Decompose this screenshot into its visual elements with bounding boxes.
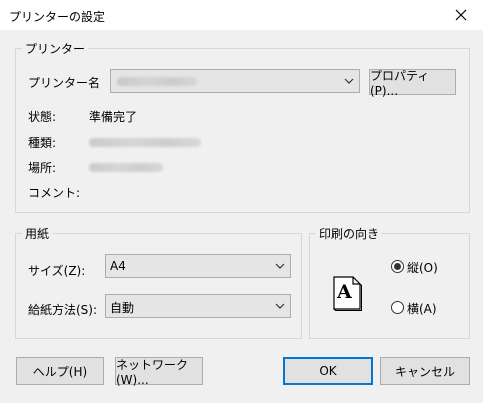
help-button-label: ヘルプ(H)	[32, 364, 88, 379]
dialog-title: プリンターの設定	[9, 10, 106, 24]
close-icon	[455, 9, 467, 21]
type-label: 種類:	[28, 136, 57, 150]
close-button[interactable]	[445, 2, 477, 28]
portrait-label[interactable]: 縦(O)	[407, 259, 438, 276]
orientation-group-label: 印刷の向き	[316, 225, 383, 242]
help-button[interactable]: ヘルプ(H)	[16, 357, 104, 385]
properties-button-label: プロパティ(P)...	[370, 68, 430, 98]
properties-button[interactable]: プロパティ(P)...	[369, 68, 456, 98]
paper-source-value: 自動	[110, 301, 135, 315]
page-preview-letter: A	[337, 281, 352, 303]
ok-button-label: OK	[319, 364, 337, 378]
cancel-button[interactable]: キャンセル	[380, 357, 470, 385]
chevron-down-icon	[275, 303, 285, 309]
network-button-label: ネットワーク(W)...	[116, 357, 189, 387]
status-label: 状態:	[28, 110, 57, 124]
printer-name-label: プリンター名	[28, 76, 101, 90]
landscape-radio[interactable]	[391, 301, 404, 314]
title-bar: プリンターの設定	[0, 0, 483, 30]
printer-group-label: プリンター	[22, 40, 89, 57]
paper-group: 用紙	[15, 225, 302, 339]
paper-group-label: 用紙	[22, 225, 53, 242]
ok-button[interactable]: OK	[283, 357, 373, 385]
paper-size-label: サイズ(Z):	[28, 264, 86, 278]
printer-name-value	[117, 77, 197, 86]
chevron-down-icon	[344, 78, 354, 84]
paper-source-label: 給紙方法(S):	[28, 303, 98, 317]
chevron-down-icon	[275, 263, 285, 269]
portrait-radio[interactable]	[391, 260, 404, 273]
status-value: 準備完了	[89, 110, 138, 124]
network-button[interactable]: ネットワーク(W)...	[115, 357, 203, 387]
location-label: 場所:	[28, 161, 57, 175]
paper-size-value: A4	[110, 259, 126, 273]
portrait-radio-dot	[394, 263, 401, 270]
printer-name-select[interactable]	[110, 69, 360, 93]
type-value	[89, 138, 201, 147]
comment-label: コメント:	[28, 186, 81, 200]
landscape-label[interactable]: 横(A)	[407, 300, 437, 317]
location-value	[89, 163, 163, 172]
cancel-button-label: キャンセル	[394, 364, 455, 379]
paper-size-select[interactable]: A4	[105, 254, 291, 278]
paper-source-select[interactable]: 自動	[105, 294, 291, 318]
